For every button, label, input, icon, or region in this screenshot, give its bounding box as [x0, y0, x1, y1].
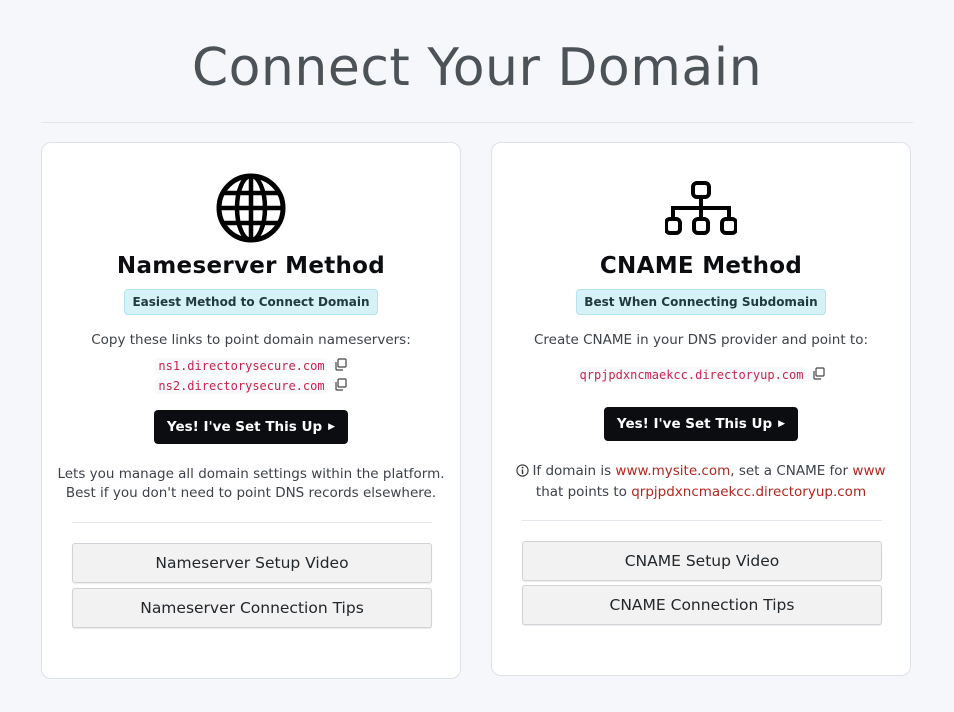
- cname-confirm-button[interactable]: Yes! I've Set This Up ▶: [603, 407, 799, 441]
- hint-target: qrpjpdxncmaekcc.directoryup.com: [631, 484, 867, 500]
- cname-instruction: Create CNAME in your DNS provider and po…: [533, 332, 869, 348]
- nameserver-video-button[interactable]: Nameserver Setup Video: [72, 543, 432, 583]
- ns2-row: ns2.directorysecure.com: [42, 377, 460, 394]
- copy-icon[interactable]: [812, 367, 826, 383]
- globe-icon: [42, 173, 460, 243]
- ns2-value[interactable]: ns2.directorysecure.com: [155, 377, 328, 394]
- hint-line-2: that points to qrpjpdxncmaekcc.directory…: [492, 483, 910, 502]
- nameserver-badge: Easiest Method to Connect Domain: [124, 289, 378, 315]
- title-divider: [41, 122, 913, 123]
- hint-example-domain: www.mysite.com: [615, 463, 731, 479]
- cname-card: CNAME Method Best When Connecting Subdom…: [491, 142, 911, 676]
- hint-subdomain: www: [852, 463, 886, 479]
- hint-line-1: If domain is www.mysite.com, set a CNAME…: [492, 462, 910, 483]
- sitemap-icon: [492, 181, 910, 237]
- confirm-label: Yes! I've Set This Up: [166, 419, 323, 435]
- nameserver-note: Lets you manage all domain settings with…: [42, 465, 460, 503]
- nameserver-tips-button[interactable]: Nameserver Connection Tips: [72, 588, 432, 628]
- copy-icon[interactable]: [334, 358, 347, 374]
- caret-right-icon: ▶: [328, 422, 336, 432]
- nameserver-confirm-button[interactable]: Yes! I've Set This Up ▶: [153, 410, 349, 444]
- divider: [72, 522, 432, 523]
- ns1-value[interactable]: ns1.directorysecure.com: [155, 357, 328, 374]
- note-line: Lets you manage all domain settings with…: [57, 466, 445, 482]
- divider: [522, 520, 882, 521]
- cname-tips-button[interactable]: CNAME Connection Tips: [522, 585, 882, 625]
- cname-title: CNAME Method: [599, 253, 803, 279]
- cname-target-row: qrpjpdxncmaekcc.directoryup.com: [492, 366, 910, 383]
- caret-right-icon: ▶: [778, 419, 786, 429]
- cname-hint: If domain is www.mysite.com, set a CNAME…: [492, 462, 910, 502]
- note-line: Best if you don't need to point DNS reco…: [65, 485, 437, 501]
- page-title: Connect Your Domain: [191, 38, 763, 98]
- copy-icon[interactable]: [334, 378, 347, 394]
- ns1-row: ns1.directorysecure.com: [42, 357, 460, 374]
- cname-video-button[interactable]: CNAME Setup Video: [522, 541, 882, 581]
- hint-text: that points to: [535, 484, 627, 500]
- cname-badge: Best When Connecting Subdomain: [576, 289, 826, 315]
- hint-text: , set a CNAME for: [730, 463, 849, 479]
- nameserver-card: Nameserver Method Easiest Method to Conn…: [41, 142, 461, 679]
- nameserver-instruction: Copy these links to point domain nameser…: [91, 332, 411, 348]
- cname-target-value[interactable]: qrpjpdxncmaekcc.directoryup.com: [576, 366, 807, 383]
- nameserver-title: Nameserver Method: [116, 253, 386, 279]
- hint-text: If domain is: [532, 463, 612, 479]
- confirm-label: Yes! I've Set This Up: [616, 416, 773, 432]
- info-icon: [516, 464, 530, 483]
